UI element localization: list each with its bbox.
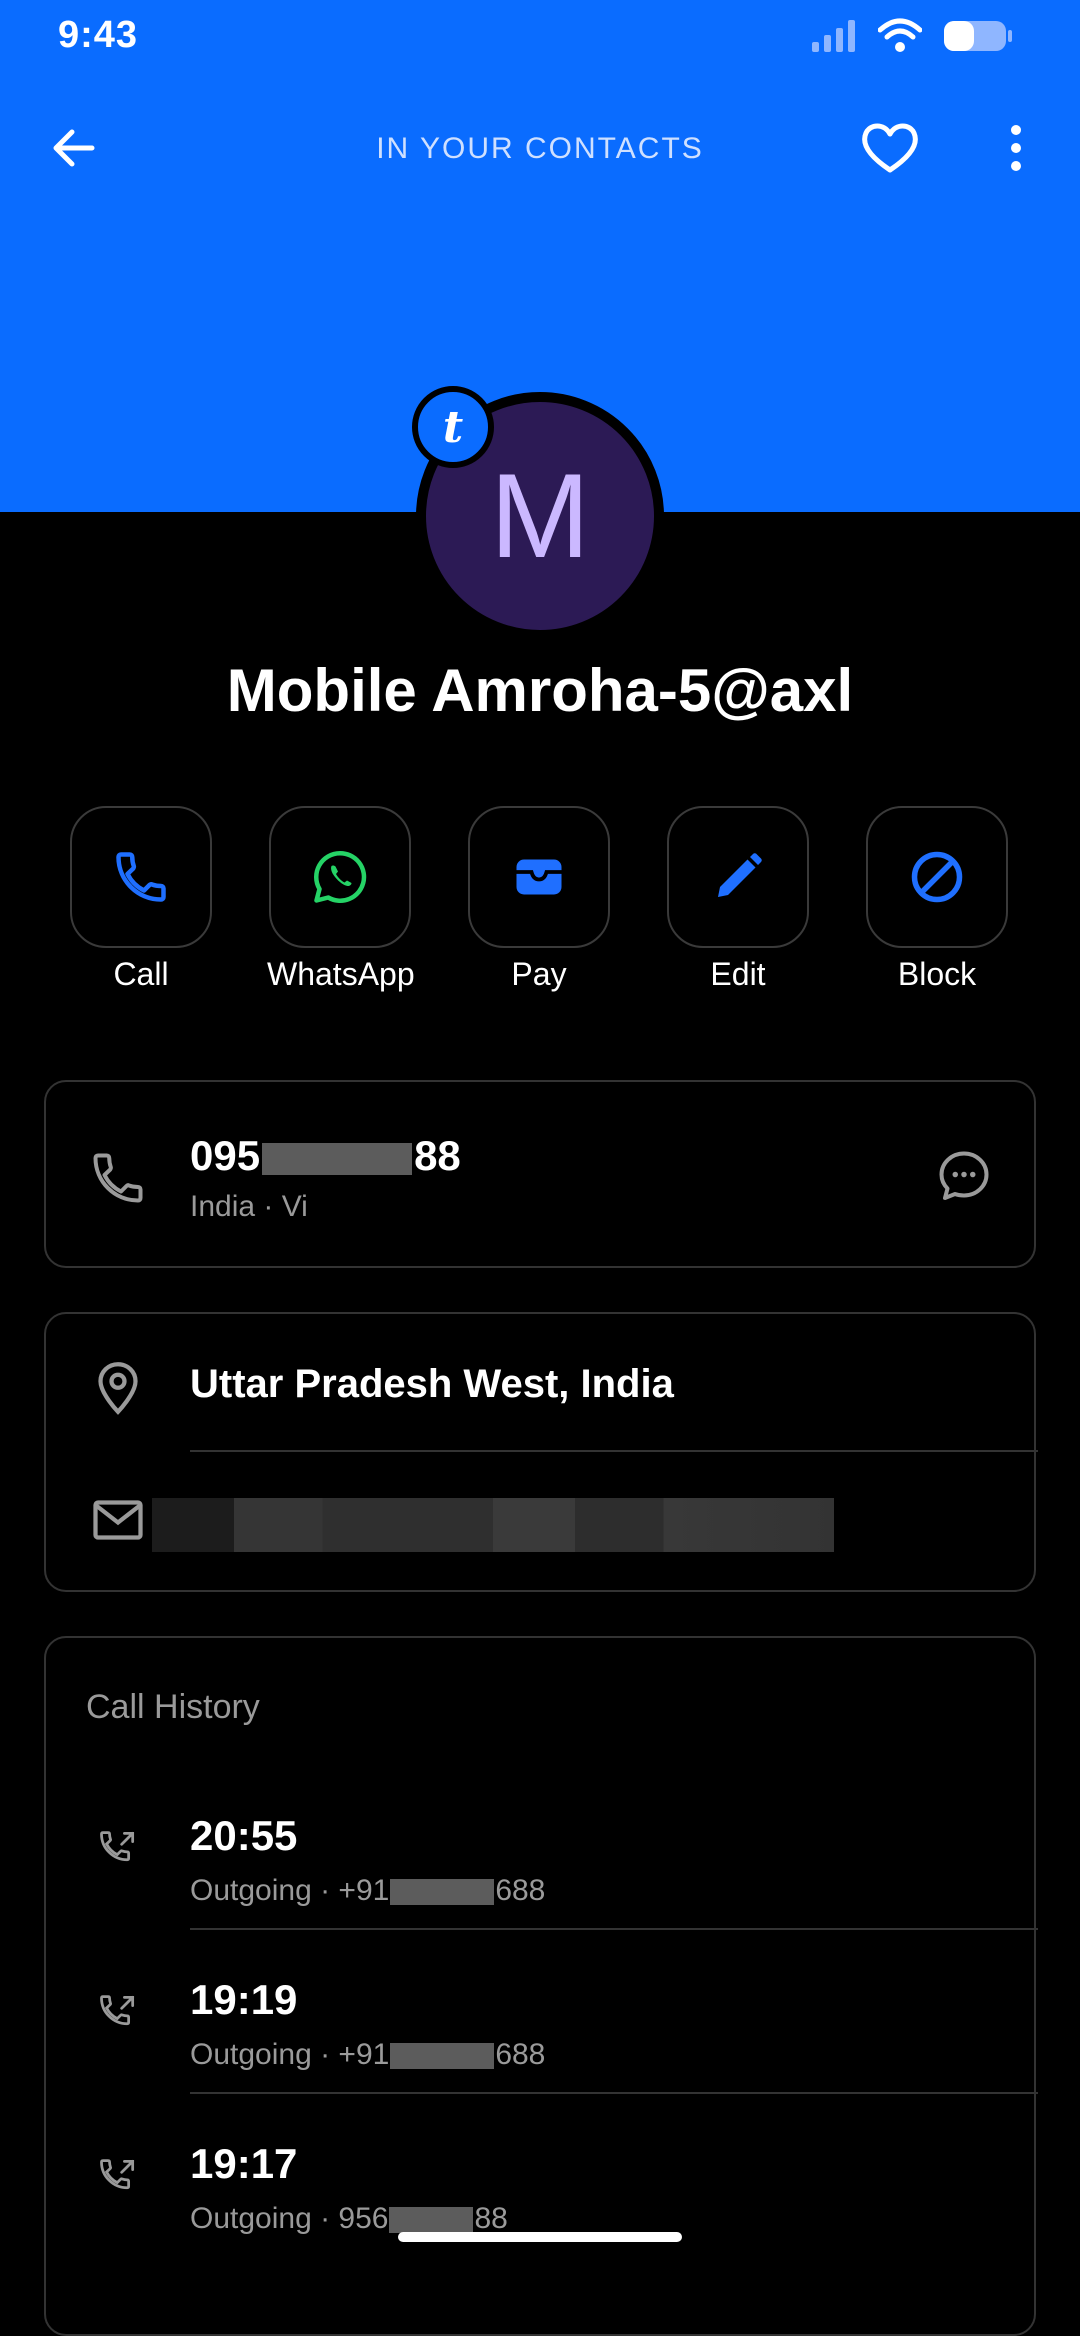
more-options-button[interactable] (996, 118, 1036, 178)
call-type: Outgoing · 956 (190, 2202, 389, 2235)
block-button[interactable] (866, 806, 1008, 948)
location-text: Uttar Pradesh West, India (190, 1362, 674, 1406)
phone-number-start: 095 (190, 1132, 261, 1179)
call-button[interactable] (70, 806, 212, 948)
contact-name: Mobile Amroha-5@axl (226, 657, 854, 724)
outgoing-call-icon (100, 2159, 135, 2190)
call-detail: Outgoing · +91 688 (190, 1874, 545, 1908)
edit-label: Edit (710, 956, 766, 992)
phone-icon (116, 852, 166, 902)
redacted-block (390, 1879, 495, 1906)
truecaller-badge: t (412, 386, 494, 468)
call-detail: Outgoing · +91 688 (190, 2038, 545, 2072)
wallet-icon (516, 859, 562, 895)
call-number-end: 88 (474, 2202, 508, 2235)
phone-icon (93, 1153, 143, 1203)
home-indicator[interactable] (398, 2232, 682, 2242)
call-time: 19:19 (190, 1976, 298, 2023)
divider (190, 1928, 1038, 1930)
call-number-end: 688 (495, 1874, 546, 1907)
call-time: 20:55 (190, 1812, 298, 1859)
battery-icon (944, 21, 1012, 51)
block-icon (911, 851, 963, 903)
email-icon (93, 1500, 143, 1540)
block-action[interactable]: Block (864, 806, 1010, 993)
top-app-bar: IN YOUR CONTACTS (0, 100, 1080, 196)
call-history-row[interactable]: 19:19 Outgoing · +91 688 (46, 1938, 1038, 2102)
phone-number-card[interactable]: 095 88 India · Vi (44, 1080, 1036, 1268)
redacted-block (262, 1142, 413, 1175)
heart-icon (862, 123, 918, 173)
pay-label: Pay (511, 956, 567, 992)
favorite-button[interactable] (858, 118, 922, 178)
redacted-email[interactable] (152, 1498, 834, 1552)
outgoing-call-icon (100, 1995, 135, 2026)
phone-number: 095 88 (190, 1132, 461, 1180)
call-time: 19:17 (190, 2140, 298, 2187)
whatsapp-icon (314, 850, 367, 903)
status-time: 9:43 (58, 14, 139, 56)
status-icons (810, 18, 1014, 54)
quick-actions: Call WhatsApp Pay Edit Block (68, 806, 1012, 996)
pencil-icon (718, 853, 762, 897)
pay-button[interactable] (468, 806, 610, 948)
chat-bubble-icon (939, 1151, 989, 1200)
block-label: Block (897, 956, 977, 992)
whatsapp-button[interactable] (269, 806, 411, 948)
call-history-card: Call History 20:55 Outgoing · +91 688 19:… (44, 1636, 1038, 2336)
call-detail: Outgoing · 956 88 (190, 2202, 508, 2236)
call-type: Outgoing · +91 (190, 1874, 390, 1907)
info-card: Uttar Pradesh West, India (44, 1312, 1038, 1592)
divider (190, 1450, 1038, 1452)
carrier-info: India · Vi (190, 1190, 308, 1223)
outgoing-call-icon (100, 1831, 135, 1862)
signal-icon (812, 20, 855, 52)
whatsapp-action[interactable]: WhatsApp (267, 806, 415, 993)
call-action[interactable]: Call (68, 806, 214, 993)
divider (190, 2092, 1038, 2094)
wifi-icon (878, 18, 922, 52)
edit-action[interactable]: Edit (665, 806, 811, 993)
call-type: Outgoing · +91 (190, 2038, 390, 2071)
more-vert-icon (1011, 125, 1021, 171)
message-button[interactable] (934, 1146, 994, 1206)
call-history-row[interactable]: 20:55 Outgoing · +91 688 (46, 1774, 1038, 1938)
pay-action[interactable]: Pay (466, 806, 612, 993)
status-bar: 9:43 (0, 0, 1080, 72)
whatsapp-label: WhatsApp (267, 956, 415, 992)
redacted-block (389, 2207, 474, 2234)
redacted-block (390, 2043, 495, 2070)
edit-button[interactable] (667, 806, 809, 948)
call-label: Call (113, 956, 169, 992)
call-history-title: Call History (86, 1688, 260, 1726)
call-number-end: 688 (495, 2038, 546, 2071)
location-pin-icon (98, 1362, 138, 1415)
phone-number-end: 88 (414, 1132, 461, 1179)
